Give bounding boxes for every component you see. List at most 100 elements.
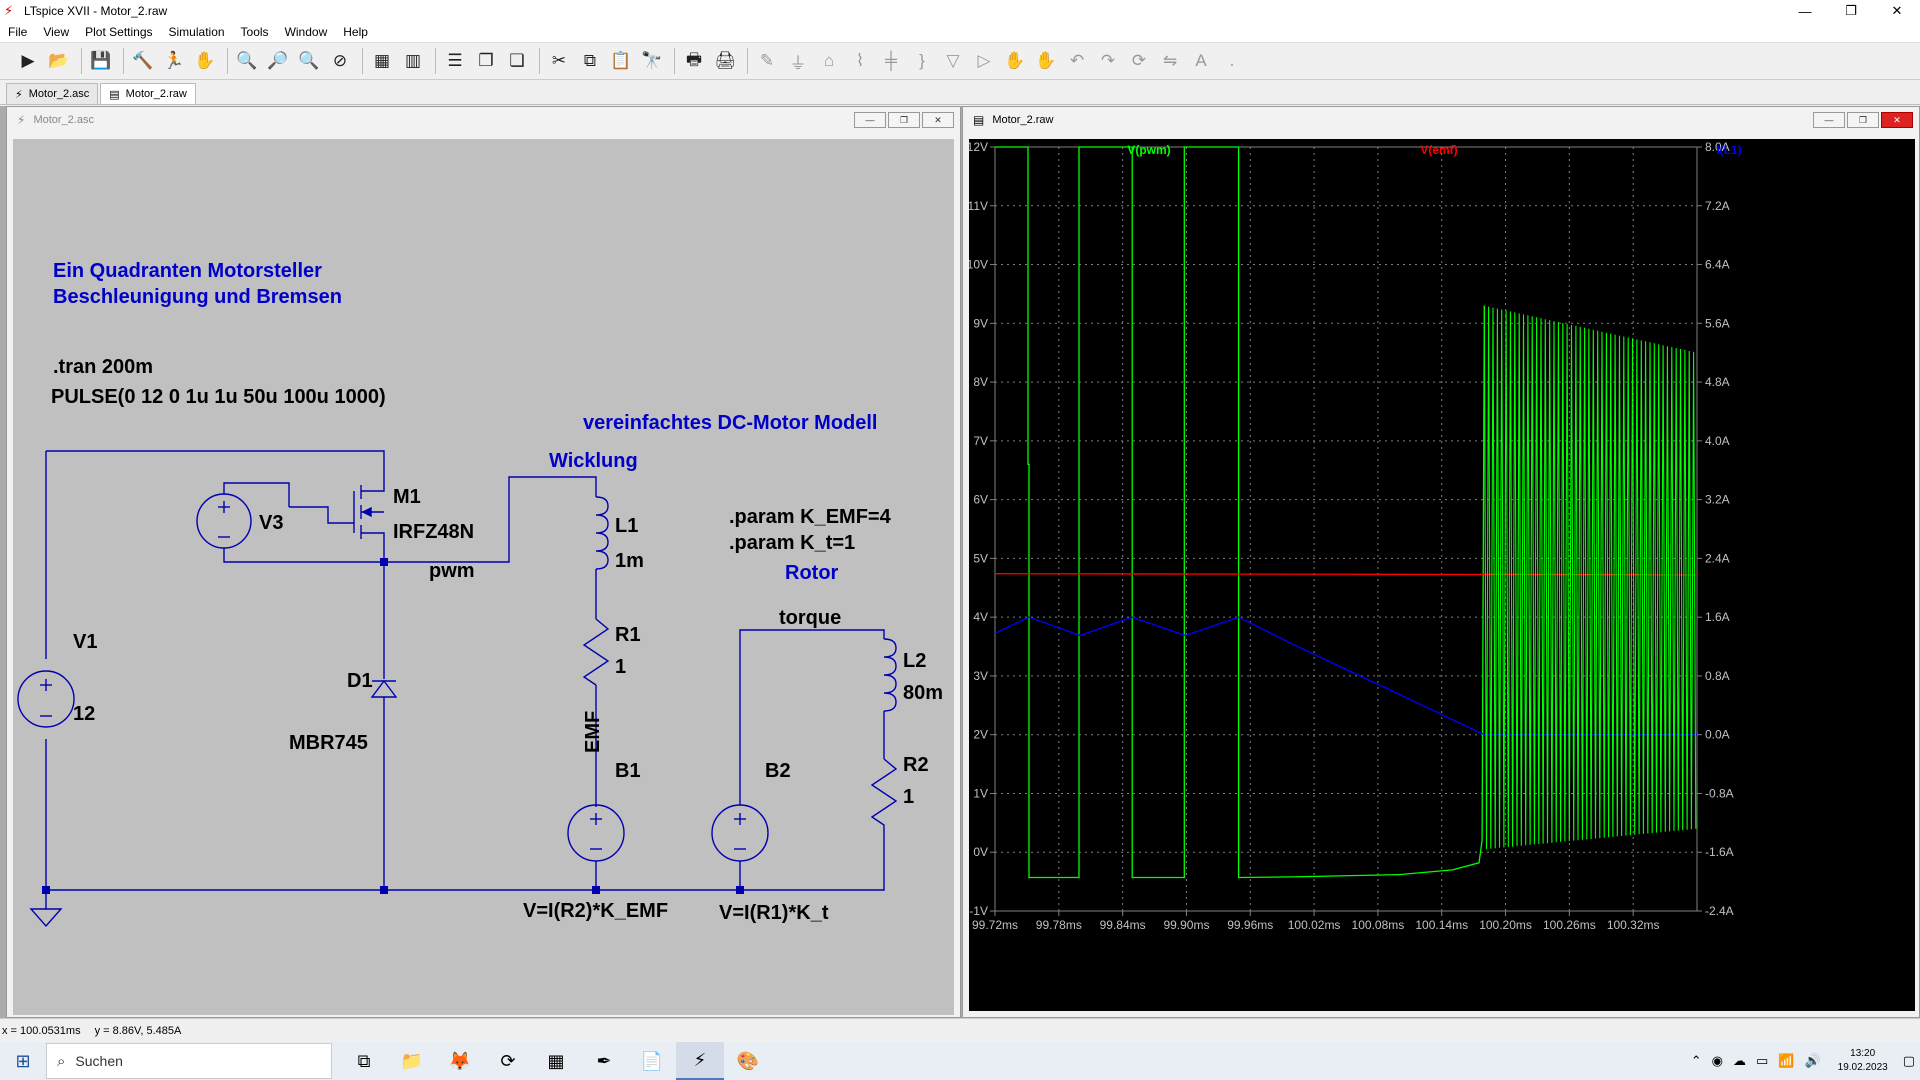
cloud-icon[interactable]: ☁ [1733, 1053, 1746, 1069]
net-label-emf[interactable]: EMF [582, 711, 604, 753]
trace-title[interactable]: V(pwm) [1127, 143, 1170, 157]
paste-icon[interactable]: 📋 [607, 47, 635, 75]
b1-name[interactable]: B1 [615, 760, 641, 782]
net-label-torque[interactable]: torque [779, 607, 841, 629]
acrobat-icon[interactable]: 📄 [628, 1042, 676, 1080]
component-icon[interactable]: ▷ [970, 47, 998, 75]
diode-icon[interactable]: ▽ [939, 47, 967, 75]
minimize-button[interactable]: — [1782, 0, 1828, 22]
tile-horizontal-icon[interactable]: ☰ [441, 47, 469, 75]
schematic-window-title-bar[interactable]: ⚡ Motor_2.asc [7, 107, 960, 133]
save-icon[interactable]: 💾 [87, 47, 115, 75]
menu-view[interactable]: View [35, 25, 77, 39]
r1-name[interactable]: R1 [615, 624, 641, 646]
wifi-icon[interactable]: 📶 [1778, 1053, 1794, 1069]
task-view-icon[interactable]: ⧉ [340, 1042, 388, 1080]
print-setup-icon[interactable]: 🖨 [711, 47, 739, 75]
sync-app-icon[interactable]: ⟳ [484, 1042, 532, 1080]
volume-icon[interactable]: 🔊 [1804, 1053, 1820, 1069]
net-label-pwm[interactable]: pwm [429, 560, 475, 582]
v1-value[interactable]: 12 [73, 703, 95, 725]
waveform-minimize-button[interactable]: — [1813, 112, 1845, 128]
d1-name[interactable]: D1 [347, 670, 373, 692]
calculator-icon[interactable]: ▦ [532, 1042, 580, 1080]
schematic-minimize-button[interactable]: — [854, 112, 886, 128]
waveform-window-title-bar[interactable]: ▤ Motor_2.raw [963, 107, 1919, 133]
taskbar-search[interactable]: ⌕ Suchen [46, 1043, 332, 1079]
autorange-y-icon[interactable]: ▥ [399, 47, 427, 75]
resistor-icon[interactable]: ⌇ [846, 47, 874, 75]
schematic-canvas[interactable]: Ein Quadranten Motorsteller Beschleunigu… [13, 139, 954, 1015]
r2-name[interactable]: R2 [903, 754, 929, 776]
pulse-directive[interactable]: PULSE(0 12 0 1u 1u 50u 100u 1000) [51, 386, 386, 408]
waveform-chart[interactable]: 12V 8.0A11V 7.2A10V 6.4A9V 5.6A8V 4.8A7V 4.0A6… [967, 139, 1915, 1011]
v3-name[interactable]: V3 [259, 512, 283, 534]
find-icon[interactable]: 🔭 [638, 47, 666, 75]
schematic-maximize-button[interactable]: ❐ [888, 112, 920, 128]
drag-icon[interactable]: ✋ [1032, 47, 1060, 75]
run-icon[interactable]: 🏃 [160, 47, 188, 75]
waveform-maximize-button[interactable]: ❐ [1847, 112, 1879, 128]
clock[interactable]: 13:20 19.02.2023 [1838, 1047, 1888, 1075]
menu-simulation[interactable]: Simulation [161, 25, 233, 39]
file-explorer-icon[interactable]: 📁 [388, 1042, 436, 1080]
m1-name[interactable]: M1 [393, 486, 421, 508]
pan-hand-icon[interactable]: ✋ [191, 47, 219, 75]
capacitor-icon[interactable]: ╪ [877, 47, 905, 75]
ltspice-taskbar-icon[interactable]: ⚡ [676, 1042, 724, 1080]
redo-icon[interactable]: ↷ [1094, 47, 1122, 75]
autorange-icon[interactable]: ▦ [368, 47, 396, 75]
cut-icon[interactable]: ✂ [545, 47, 573, 75]
restore-button[interactable]: ❐ [1828, 0, 1874, 22]
control-panel-icon[interactable]: 🔨 [129, 47, 157, 75]
param-k-emf[interactable]: .param K_EMF=4 [729, 506, 892, 528]
tile-vertical-icon[interactable]: ❏ [503, 47, 531, 75]
schematic-close-button[interactable]: ✕ [922, 112, 954, 128]
param-k-t[interactable]: .param K_t=1 [729, 532, 855, 554]
b1-value[interactable]: V=I(R2)*K_EMF [523, 900, 668, 922]
windows-start-icon[interactable]: ⊞ [0, 1042, 46, 1080]
r2-value[interactable]: 1 [903, 786, 914, 808]
trace-title[interactable]: I(L1) [1716, 143, 1741, 157]
firefox-icon[interactable]: 🦊 [436, 1042, 484, 1080]
drawing-app-icon[interactable]: ✒ [580, 1042, 628, 1080]
d1-value[interactable]: MBR745 [289, 732, 368, 754]
l1-value[interactable]: 1m [615, 550, 644, 572]
wire-icon[interactable]: ✎ [753, 47, 781, 75]
inductor-icon[interactable]: } [908, 47, 936, 75]
menu-window[interactable]: Window [277, 25, 336, 39]
copy-icon[interactable]: ⧉ [576, 47, 604, 75]
tran-directive[interactable]: .tran 200m [53, 356, 153, 378]
paint-icon[interactable]: 🎨 [724, 1042, 772, 1080]
menu-file[interactable]: File [0, 25, 35, 39]
spice-directive-icon[interactable]: . [1218, 47, 1246, 75]
tab-waveform[interactable]: ▤ Motor_2.raw [100, 83, 196, 104]
ground-icon[interactable]: ⏚ [784, 47, 812, 75]
zoom-in-icon[interactable]: 🔍 [233, 47, 261, 75]
move-icon[interactable]: ✋ [1001, 47, 1029, 75]
open-folder-icon[interactable]: 📂 [45, 47, 73, 75]
network-drive-icon[interactable]: ◉ [1712, 1053, 1723, 1069]
label-net-icon[interactable]: ⌂ [815, 47, 843, 75]
b2-name[interactable]: B2 [765, 760, 791, 782]
waveform-plot-pane[interactable]: 12V 8.0A 11V 7.2A 10V 6.4A 9V 5.6A 8V 4.8A 7V 4.0A 6… [967, 139, 1915, 1011]
mirror-icon[interactable]: ⇋ [1156, 47, 1184, 75]
rotate-icon[interactable]: ⟳ [1125, 47, 1153, 75]
close-button[interactable]: ✕ [1874, 0, 1920, 22]
tab-schematic[interactable]: ⚡ Motor_2.asc [6, 83, 99, 104]
m1-value[interactable]: IRFZ48N [393, 521, 474, 543]
zoom-out-icon[interactable]: 🔍 [295, 47, 323, 75]
menu-plot-settings[interactable]: Plot Settings [77, 25, 160, 39]
zoom-area-icon[interactable]: 🔎 [264, 47, 292, 75]
b2-value[interactable]: V=I(R1)*K_t [719, 902, 829, 924]
undo-icon[interactable]: ↶ [1063, 47, 1091, 75]
new-schematic-icon[interactable]: ▶ [14, 47, 42, 75]
r1-value[interactable]: 1 [615, 656, 626, 678]
menu-help[interactable]: Help [335, 25, 376, 39]
zoom-cancel-icon[interactable]: ⊘ [326, 47, 354, 75]
l2-value[interactable]: 80m [903, 682, 943, 704]
display-icon[interactable]: ▭ [1756, 1053, 1768, 1069]
waveform-close-button[interactable]: ✕ [1881, 112, 1913, 128]
menu-tools[interactable]: Tools [233, 25, 277, 39]
l1-name[interactable]: L1 [615, 515, 638, 537]
